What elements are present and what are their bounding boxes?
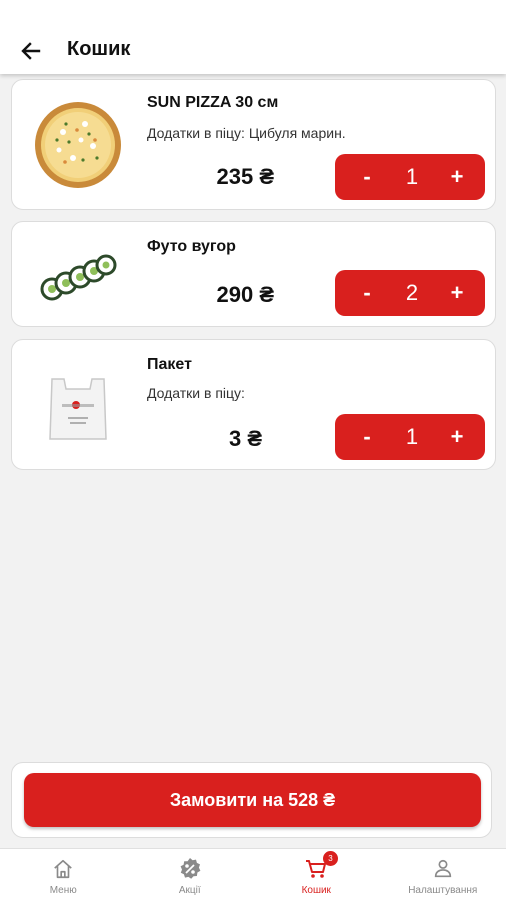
discount-badge-icon bbox=[178, 857, 202, 881]
decrease-button[interactable]: - bbox=[353, 280, 381, 306]
quantity-stepper: - 2 + bbox=[335, 270, 485, 316]
cart-item: Футо вугор 290 ₴ - 2 + bbox=[11, 221, 496, 327]
nav-label: Меню bbox=[49, 885, 77, 896]
product-name: SUN PIZZA 30 см bbox=[147, 94, 279, 111]
nav-label: Налаштування bbox=[408, 885, 478, 896]
product-addons: Додатки в піцу: bbox=[147, 385, 245, 401]
product-price: 235 ₴ bbox=[216, 164, 275, 189]
cart-count-badge: 3 bbox=[323, 851, 338, 866]
home-icon bbox=[51, 857, 75, 881]
pizza-image bbox=[35, 102, 121, 188]
product-name: Футо вугор bbox=[147, 238, 236, 255]
nav-label: Акції bbox=[178, 885, 201, 896]
quantity-value: 1 bbox=[405, 164, 419, 189]
product-name: Пакет bbox=[147, 356, 192, 373]
app-bar: Кошик bbox=[0, 0, 506, 74]
nav-item-settings[interactable]: Налаштування bbox=[380, 849, 506, 900]
cart-item: Пакет Додатки в піцу: 3 ₴ - 1 + bbox=[11, 339, 496, 470]
product-price: 3 ₴ bbox=[228, 426, 262, 451]
back-button[interactable] bbox=[14, 34, 48, 68]
quantity-value: 1 bbox=[405, 424, 419, 449]
product-image bbox=[26, 225, 130, 329]
product-image bbox=[26, 93, 130, 197]
quantity-value: 2 bbox=[405, 280, 419, 305]
product-addons: Додатки в піцу: Цибуля марин. bbox=[147, 125, 346, 141]
order-button[interactable]: Замовити на 528 ₴ bbox=[24, 773, 481, 827]
nav-item-promotions[interactable]: Акції bbox=[127, 849, 254, 900]
quantity-stepper: - 1 + bbox=[335, 154, 485, 200]
page-title: Кошик bbox=[67, 38, 131, 60]
product-price: 290 ₴ bbox=[216, 282, 275, 307]
bottom-nav: Меню Акції 3 Кошик Налаштування bbox=[0, 848, 506, 900]
nav-item-menu[interactable]: Меню bbox=[0, 849, 127, 900]
decrease-button[interactable]: - bbox=[353, 164, 381, 190]
increase-button[interactable]: + bbox=[443, 280, 471, 306]
order-panel: Замовити на 528 ₴ bbox=[11, 762, 492, 838]
nav-label: Кошик bbox=[301, 885, 331, 896]
nav-item-cart[interactable]: 3 Кошик bbox=[253, 849, 380, 900]
bag-image bbox=[49, 378, 107, 440]
arrow-left-icon bbox=[21, 42, 41, 60]
increase-button[interactable]: + bbox=[443, 164, 471, 190]
decrease-button[interactable]: - bbox=[353, 424, 381, 450]
increase-button[interactable]: + bbox=[443, 424, 471, 450]
cart-item: SUN PIZZA 30 см Додатки в піцу: Цибуля м… bbox=[11, 79, 496, 210]
sushi-rolls-image bbox=[40, 254, 117, 301]
profile-icon bbox=[431, 857, 455, 881]
quantity-stepper: - 1 + bbox=[335, 414, 485, 460]
